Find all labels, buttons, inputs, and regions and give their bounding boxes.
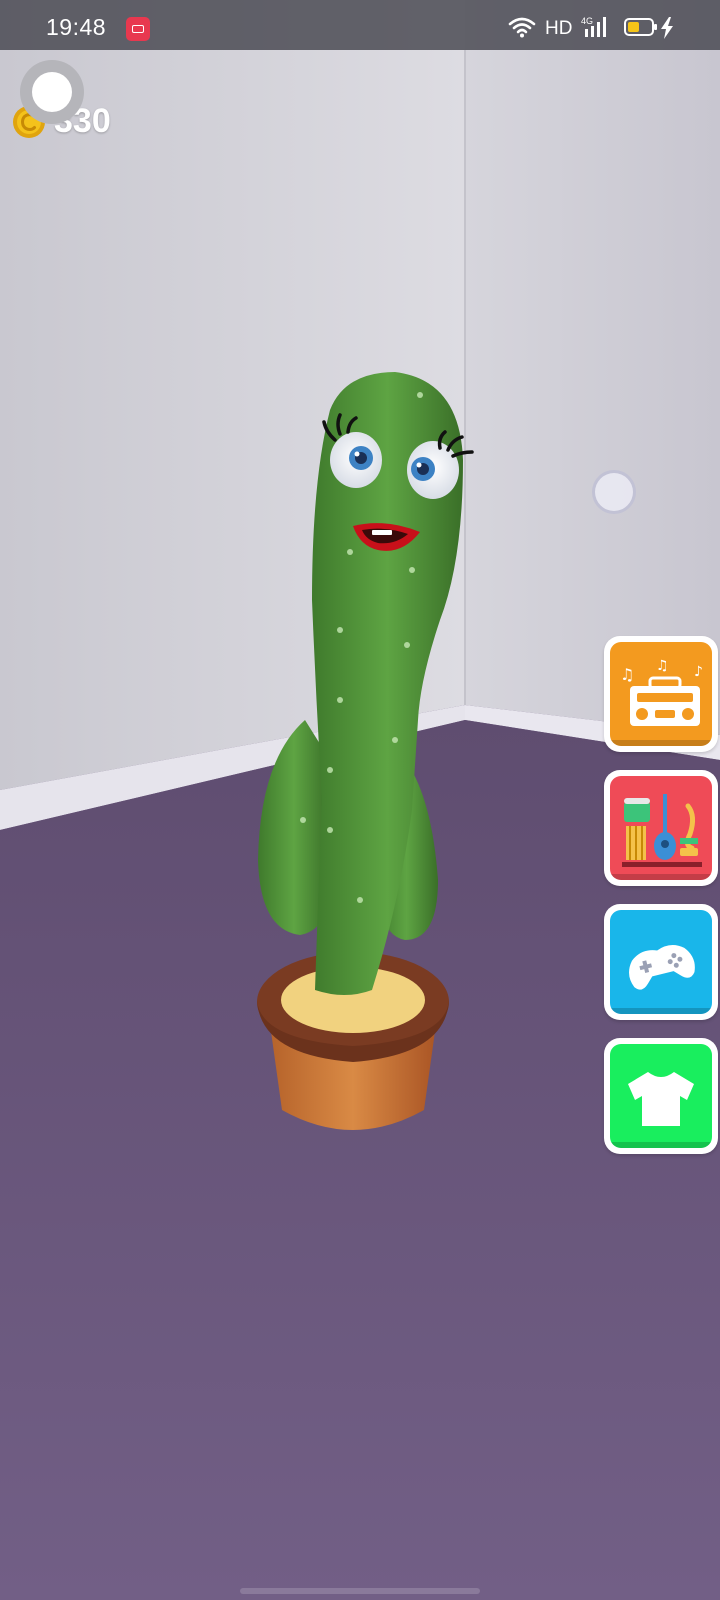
outfits-button[interactable] <box>604 1038 718 1154</box>
joystick-button[interactable] <box>20 60 84 124</box>
boombox-icon: ♫ ♫ ♪ <box>620 658 703 726</box>
signal-4g-icon: 4G <box>581 16 606 37</box>
instruments-button[interactable] <box>604 770 718 886</box>
svg-text:♫: ♫ <box>620 665 634 684</box>
screen-record-icon <box>126 17 150 41</box>
battery-icon <box>624 18 657 36</box>
svg-text:♫: ♫ <box>656 658 669 674</box>
network-label: HD <box>545 18 573 39</box>
svg-text:♪: ♪ <box>694 664 703 680</box>
games-button[interactable] <box>604 904 718 1020</box>
status-bar: 19:48 HD 4G <box>0 0 720 50</box>
assistive-touch-button[interactable] <box>592 470 636 514</box>
wifi-icon <box>508 17 536 38</box>
instruments-icon <box>622 794 702 867</box>
gamepad-icon <box>629 945 695 990</box>
status-time: 19:48 <box>46 14 107 40</box>
svg-text:4G: 4G <box>581 16 593 26</box>
tshirt-icon <box>628 1072 694 1126</box>
music-boombox-button[interactable]: ♫ ♫ ♪ <box>604 636 718 752</box>
charging-icon <box>661 17 673 39</box>
